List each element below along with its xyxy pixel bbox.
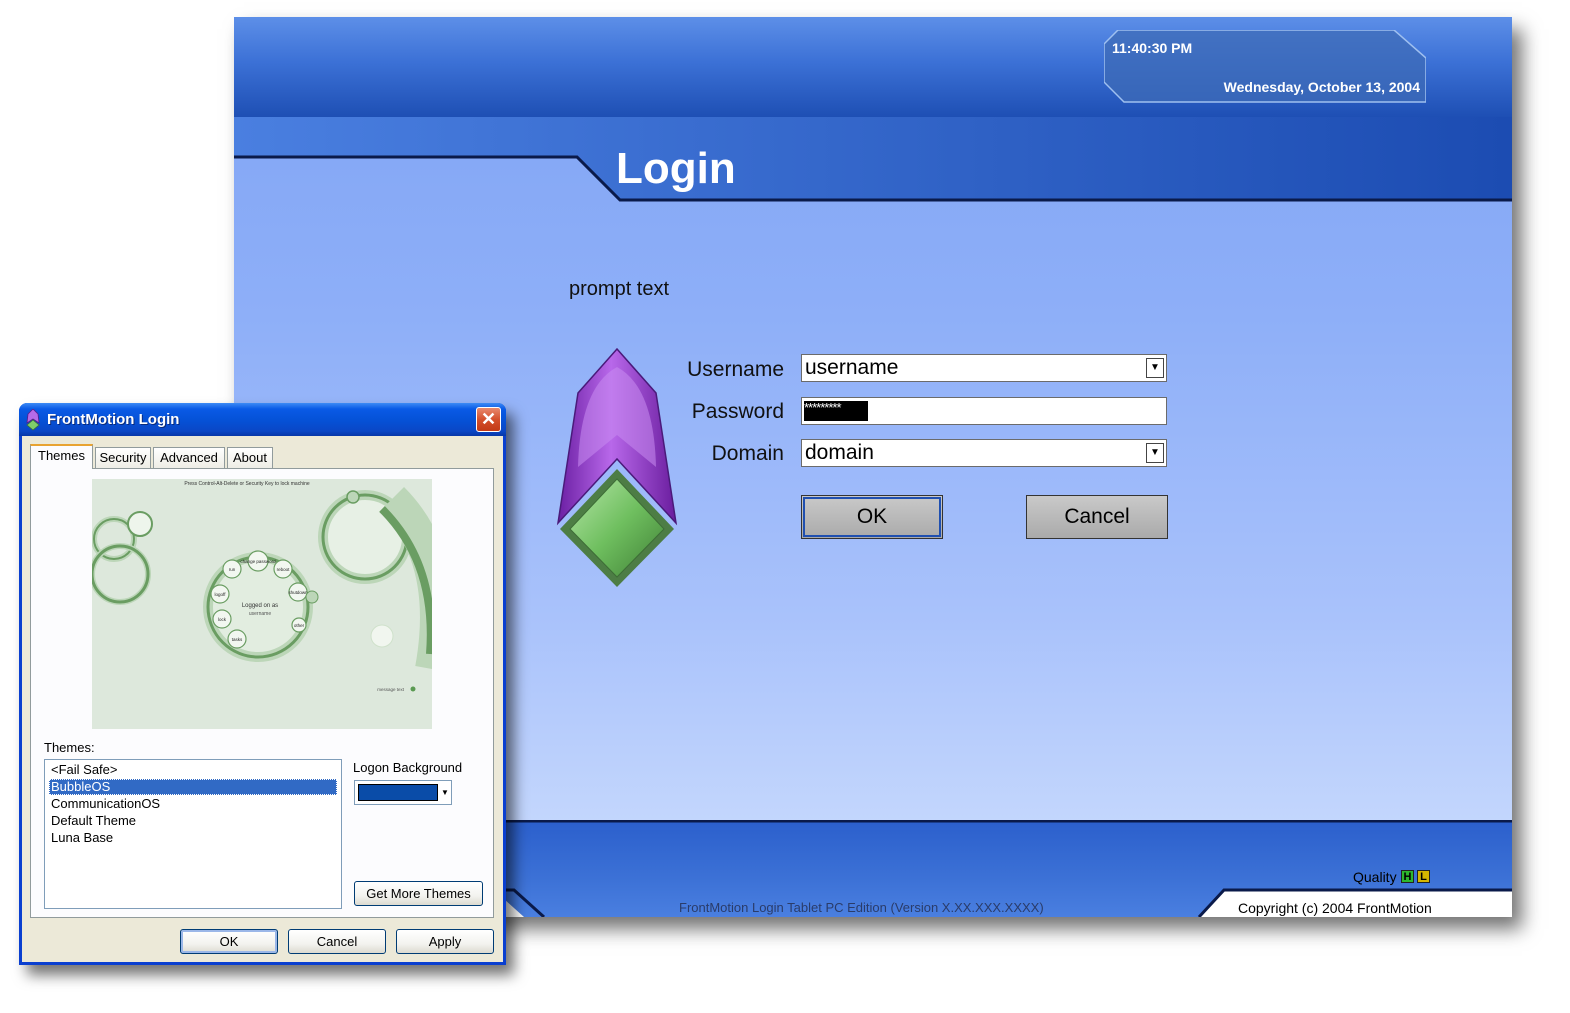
title-band bbox=[234, 117, 1512, 227]
get-more-themes-button[interactable]: Get More Themes bbox=[354, 881, 483, 906]
chevron-down-icon[interactable]: ▼ bbox=[440, 783, 450, 802]
svg-text:tasks: tasks bbox=[232, 637, 243, 642]
password-mask: ********* bbox=[804, 401, 868, 421]
ok-button[interactable]: OK bbox=[801, 495, 943, 539]
list-item[interactable]: CommunicationOS bbox=[49, 796, 337, 812]
dialog-cancel-button[interactable]: Cancel bbox=[288, 929, 386, 954]
page-title: Login bbox=[616, 144, 736, 193]
username-value: username bbox=[805, 356, 899, 379]
frontmotion-login-dialog: FrontMotion Login ✕ Themes Security Adva… bbox=[19, 403, 506, 965]
svg-text:other: other bbox=[294, 623, 305, 628]
dialog-titlebar[interactable]: FrontMotion Login ✕ bbox=[19, 403, 506, 436]
svg-text:lock: lock bbox=[218, 617, 227, 622]
tab-about[interactable]: About bbox=[227, 447, 273, 468]
tab-security[interactable]: Security bbox=[95, 447, 151, 468]
preview-center-title: Logged on as bbox=[242, 603, 278, 609]
preview-center-user: username bbox=[249, 611, 271, 617]
list-item[interactable]: Default Theme bbox=[49, 813, 337, 829]
username-label: Username bbox=[687, 358, 784, 381]
preview-message: message text bbox=[377, 687, 405, 692]
domain-label: Domain bbox=[711, 442, 784, 465]
copyright-text: Copyright (c) 2004 FrontMotion bbox=[1238, 900, 1432, 916]
svg-text:reboot: reboot bbox=[277, 567, 291, 572]
tab-advanced[interactable]: Advanced bbox=[153, 447, 225, 468]
quality-high-toggle[interactable]: H bbox=[1401, 870, 1414, 883]
frontmotion-app-icon bbox=[26, 408, 40, 436]
purple-green-gem-icon bbox=[556, 347, 678, 594]
list-item[interactable]: BubbleOS bbox=[49, 779, 337, 795]
clock-time: 11:40:30 PM bbox=[1112, 40, 1193, 56]
svg-text:run: run bbox=[229, 567, 236, 572]
dialog-title: FrontMotion Login bbox=[47, 411, 180, 428]
domain-field[interactable]: domain ▼ bbox=[801, 439, 1167, 467]
clock-date: Wednesday, October 13, 2004 bbox=[1223, 79, 1420, 95]
theme-preview: Press Control-Alt-Delete or Security Key… bbox=[89, 479, 454, 734]
logon-background-color-picker[interactable]: ▼ bbox=[354, 780, 452, 805]
tab-themes[interactable]: Themes bbox=[30, 444, 93, 469]
chevron-down-icon[interactable]: ▼ bbox=[1146, 443, 1164, 463]
svg-text:change password: change password bbox=[240, 559, 276, 564]
list-item[interactable]: Luna Base bbox=[49, 830, 337, 846]
preview-header: Press Control-Alt-Delete or Security Key… bbox=[184, 481, 310, 487]
close-icon[interactable]: ✕ bbox=[476, 407, 501, 432]
dialog-ok-button[interactable]: OK bbox=[180, 929, 278, 954]
password-field[interactable]: ********* bbox=[801, 397, 1167, 425]
preview-header-text: Press Control-Alt-Delete or Security Key… bbox=[184, 481, 310, 487]
username-field[interactable]: username ▼ bbox=[801, 354, 1167, 382]
password-label: Password bbox=[691, 400, 784, 423]
themes-listbox[interactable]: <Fail Safe> BubbleOS CommunicationOS Def… bbox=[44, 759, 342, 909]
themes-label: Themes: bbox=[44, 740, 95, 755]
cancel-button[interactable]: Cancel bbox=[1026, 495, 1168, 539]
quality-label: Quality bbox=[1353, 869, 1397, 885]
themes-tab-panel: Press Control-Alt-Delete or Security Key… bbox=[30, 468, 494, 918]
dialog-apply-button[interactable]: Apply bbox=[396, 929, 494, 954]
svg-text:shutdown: shutdown bbox=[288, 590, 308, 595]
domain-value: domain bbox=[805, 441, 874, 464]
dialog-body: Themes Security Advanced About Press Con… bbox=[22, 436, 503, 962]
prompt-text: prompt text bbox=[569, 278, 670, 300]
clock-panel: 11:40:30 PM Wednesday, October 13, 2004 bbox=[1104, 30, 1426, 104]
chevron-down-icon[interactable]: ▼ bbox=[1146, 358, 1164, 378]
version-text: FrontMotion Login Tablet PC Edition (Ver… bbox=[679, 900, 1044, 915]
logon-background-label: Logon Background bbox=[353, 760, 463, 775]
quality-low-toggle[interactable]: L bbox=[1417, 870, 1430, 883]
color-swatch bbox=[358, 784, 438, 801]
list-item[interactable]: <Fail Safe> bbox=[49, 762, 337, 778]
svg-text:logoff: logoff bbox=[215, 592, 227, 597]
